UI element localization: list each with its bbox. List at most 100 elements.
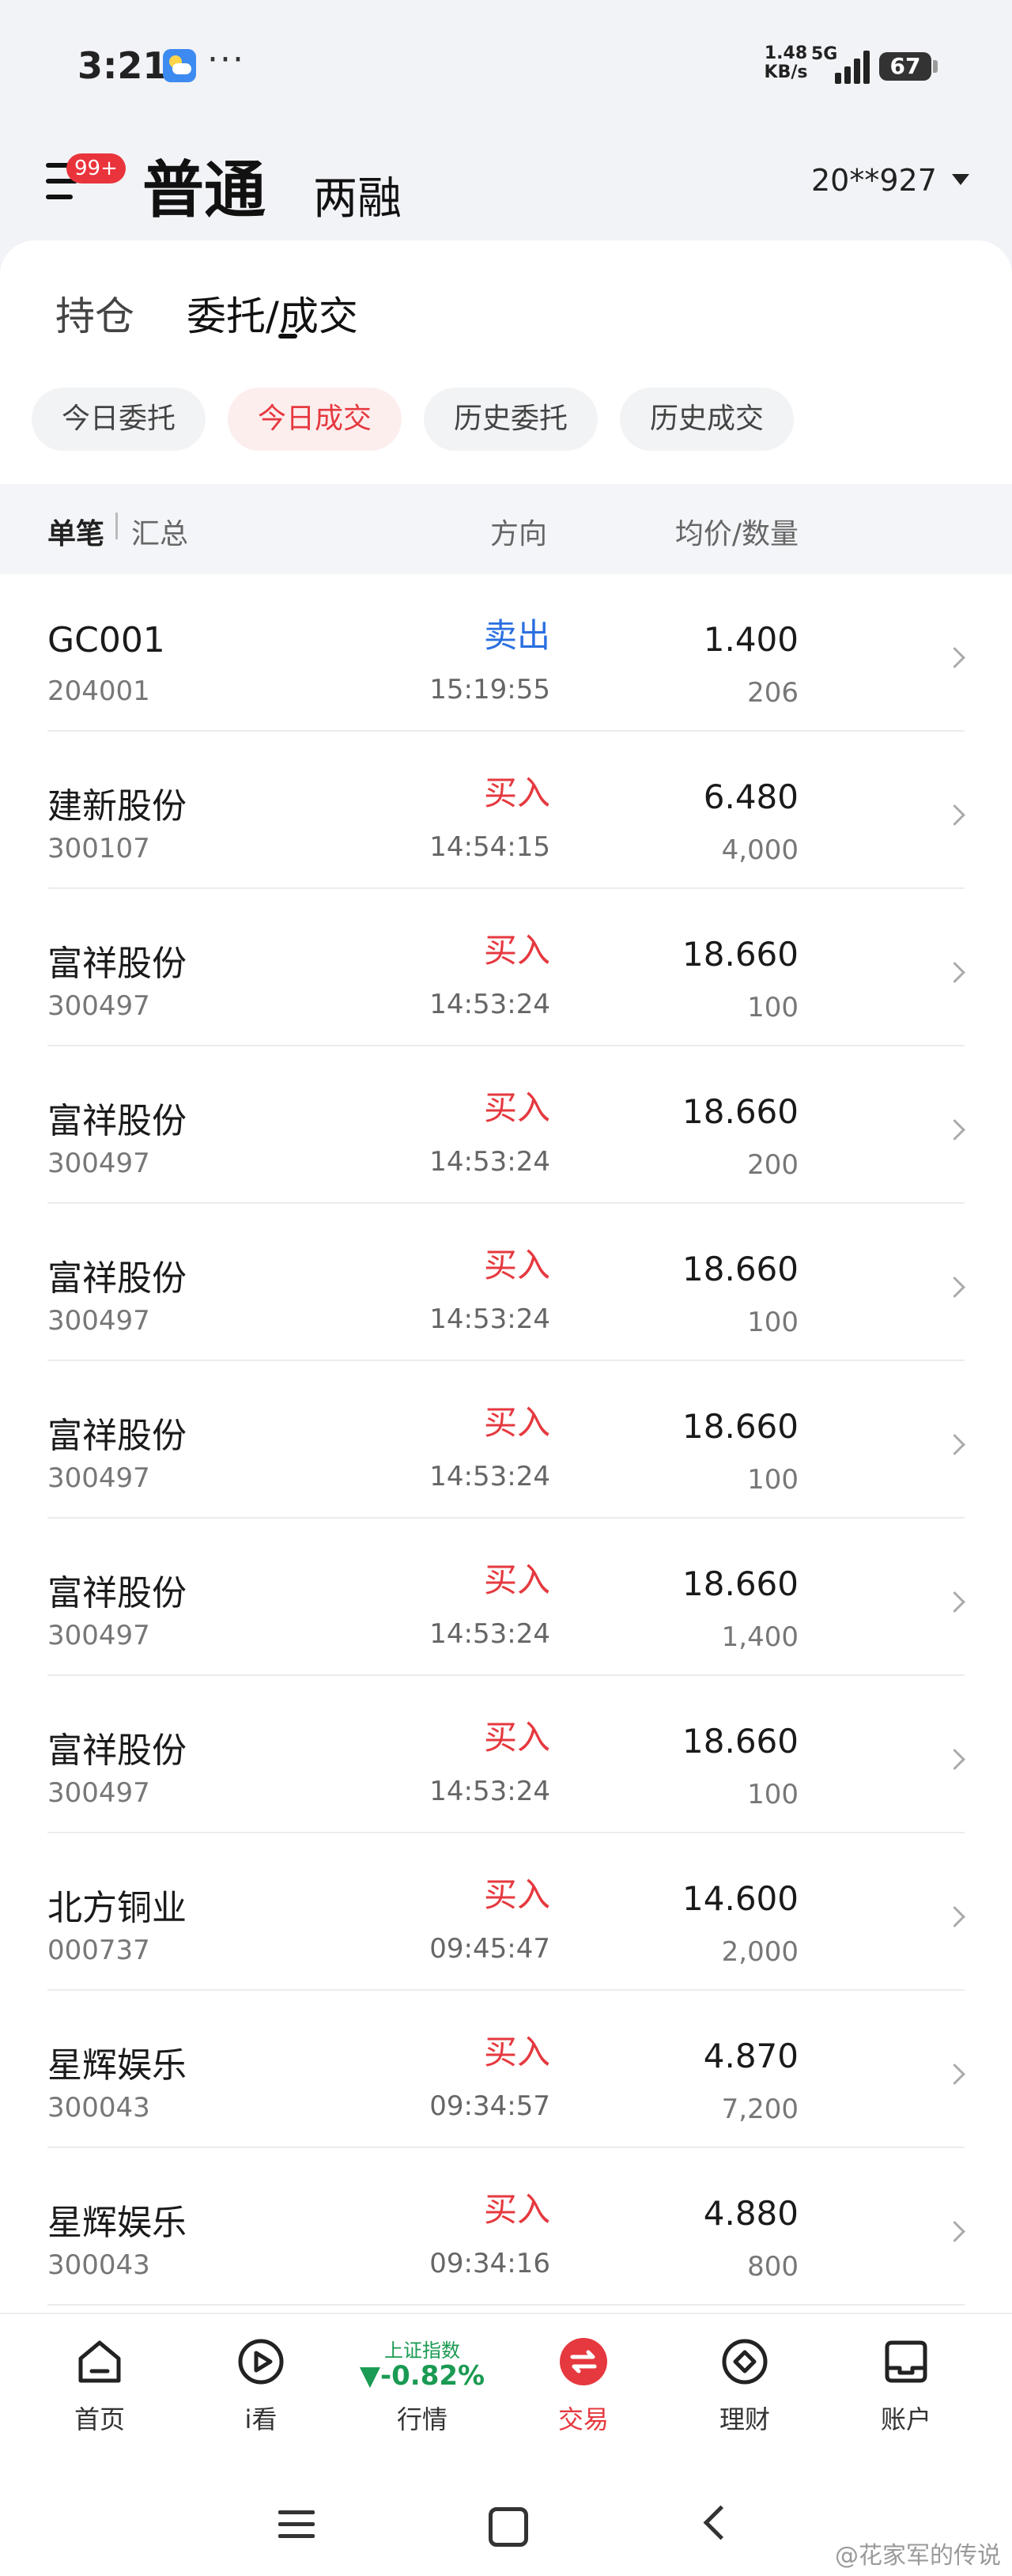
trade-code: 300497: [47, 1777, 150, 1809]
trade-price: 18.660: [682, 1092, 799, 1131]
trade-time: 14:53:24: [429, 1618, 550, 1650]
trade-row[interactable]: 富祥股份 300497 买入 14:53:24 18.660 100: [0, 889, 1012, 1046]
nav-watch-label: i看: [244, 2404, 278, 2434]
chevron-right-icon[interactable]: [944, 962, 965, 983]
chip-today-trades[interactable]: 今日成交: [228, 388, 402, 451]
trade-name: 北方铜业: [47, 1888, 187, 1928]
nav-market[interactable]: 上证指数 ▼-0.82% 行情: [359, 2314, 485, 2452]
home-icon: [78, 2340, 121, 2383]
trade-row[interactable]: 建新股份 300107 买入 14:54:15 6.480 4,000: [0, 732, 1012, 889]
chip-history-orders[interactable]: 历史委托: [424, 388, 598, 451]
trade-direction: 买入: [483, 1560, 550, 1599]
trade-quantity: 100: [747, 992, 799, 1023]
tab-normal[interactable]: 普通: [142, 141, 266, 229]
subtab-holdings[interactable]: 持仓: [55, 285, 134, 342]
chevron-right-icon[interactable]: [944, 1906, 965, 1927]
network-speed: 1.48 KB/s: [762, 44, 810, 82]
column-header: 单笔 汇总 方向 均价/数量: [0, 484, 1012, 574]
back-icon[interactable]: [703, 2505, 738, 2540]
header-direction: 方向: [490, 518, 548, 550]
trade-quantity: 800: [747, 2251, 799, 2283]
nav-trade[interactable]: 交易: [520, 2314, 647, 2452]
chevron-right-icon[interactable]: [944, 2063, 965, 2085]
caret-down-icon[interactable]: [952, 174, 969, 185]
trade-quantity: 100: [747, 1307, 799, 1338]
trade-direction: 买入: [483, 774, 550, 812]
trade-direction: 买入: [483, 2033, 550, 2071]
nav-watch[interactable]: i看: [198, 2314, 324, 2452]
trade-quantity: 200: [747, 1149, 799, 1181]
exchange-icon: [560, 2338, 607, 2385]
trade-time: 09:34:16: [429, 2248, 550, 2279]
subtab-indicator: [278, 334, 297, 339]
chevron-right-icon[interactable]: [944, 2221, 965, 2242]
watermark: @花家军的传说: [835, 2542, 1001, 2570]
trade-name: 富祥股份: [47, 1731, 187, 1771]
trade-direction: 买入: [483, 1246, 550, 1284]
trade-price: 18.660: [682, 935, 799, 974]
trade-direction: 买入: [483, 1088, 550, 1127]
trade-name: 星辉娱乐: [47, 2203, 187, 2243]
trade-row[interactable]: 富祥股份 300497 买入 14:53:24 18.660 200: [0, 1046, 1012, 1204]
trade-direction: 买入: [483, 1403, 550, 1442]
home-button-icon[interactable]: [489, 2507, 528, 2547]
more-notifications-icon: ···: [207, 40, 245, 80]
trade-name: 富祥股份: [47, 1101, 187, 1141]
trade-quantity: 100: [747, 1464, 799, 1496]
index-change: ▼-0.82%: [359, 2360, 485, 2392]
subtab-orders-trades[interactable]: 委托/成交: [187, 285, 358, 342]
divider: [115, 513, 118, 539]
nav-finance-label: 理财: [719, 2404, 770, 2434]
chevron-right-icon[interactable]: [944, 804, 965, 826]
trade-row[interactable]: 北方铜业 000737 买入 09:45:47 14.600 2,000: [0, 1833, 1012, 1991]
trade-price: 18.660: [682, 1564, 799, 1603]
nav-account-label: 账户: [880, 2404, 931, 2434]
trade-row[interactable]: 富祥股份 300497 买入 14:53:24 18.660 100: [0, 1361, 1012, 1519]
account-selector[interactable]: 20**927: [811, 163, 937, 198]
trade-time: 14:53:24: [429, 1461, 550, 1492]
tab-margin[interactable]: 两融: [313, 163, 402, 227]
trade-quantity: 2,000: [721, 1936, 799, 1968]
chevron-right-icon[interactable]: [944, 1277, 965, 1298]
nav-trade-label: 交易: [557, 2404, 609, 2434]
chevron-right-icon[interactable]: [944, 647, 965, 668]
trade-direction: 买入: [483, 2190, 550, 2229]
trade-name: 富祥股份: [47, 1573, 187, 1613]
trade-time: 14:53:24: [429, 989, 550, 1020]
bottom-nav: 首页 i看 上证指数 ▼-0.82% 行情 交易 理财 账户: [0, 2313, 1012, 2452]
trade-row[interactable]: 星辉娱乐 300043 买入 09:34:57 4.870 7,200: [0, 1991, 1012, 2148]
chevron-right-icon[interactable]: [944, 1434, 965, 1455]
nav-finance[interactable]: 理财: [682, 2314, 808, 2452]
toggle-single[interactable]: 单笔: [47, 511, 104, 552]
status-time: 3:21: [77, 44, 168, 87]
trade-time: 15:19:55: [429, 674, 550, 705]
account-icon: [885, 2340, 927, 2383]
chevron-right-icon[interactable]: [944, 1591, 965, 1613]
trade-row[interactable]: GC001 204001 卖出 15:19:55 1.400 206: [0, 574, 1012, 732]
message-badge: 99+: [66, 153, 126, 183]
trade-time: 09:45:47: [429, 1933, 550, 1965]
recent-apps-icon[interactable]: [278, 2510, 315, 2539]
trade-list: GC001 204001 卖出 15:19:55 1.400 206 建新股份 300107 买…: [0, 574, 1012, 2306]
chevron-right-icon[interactable]: [944, 1119, 965, 1140]
finance-icon: [722, 2339, 768, 2385]
status-bar: 3:21 ··· 1.48 KB/s 5G 67: [0, 0, 1012, 134]
network-speed-unit: KB/s: [764, 62, 808, 82]
nav-account[interactable]: 账户: [843, 2314, 969, 2452]
trade-row[interactable]: 星辉娱乐 300043 买入 09:34:16 4.880 800: [0, 2148, 1012, 2306]
chevron-right-icon[interactable]: [944, 1749, 965, 1770]
chip-history-trades[interactable]: 历史成交: [620, 388, 794, 451]
trade-code: 000737: [47, 1935, 150, 1966]
trade-row[interactable]: 富祥股份 300497 买入 14:53:24 18.660 100: [0, 1676, 1012, 1833]
signal-icon: [832, 49, 873, 84]
chip-today-orders[interactable]: 今日委托: [32, 388, 206, 451]
trade-row[interactable]: 富祥股份 300497 买入 14:53:24 18.660 1,400: [0, 1519, 1012, 1676]
trade-name: 建新股份: [47, 786, 187, 827]
trade-code: 300043: [47, 2092, 150, 2124]
toggle-summary[interactable]: 汇总: [131, 511, 188, 552]
trade-name: 富祥股份: [47, 1258, 187, 1299]
play-circle-icon: [238, 2339, 284, 2385]
nav-home[interactable]: 首页: [36, 2314, 163, 2452]
trade-row[interactable]: 富祥股份 300497 买入 14:53:24 18.660 100: [0, 1204, 1012, 1361]
trade-code: 300497: [47, 990, 150, 1022]
